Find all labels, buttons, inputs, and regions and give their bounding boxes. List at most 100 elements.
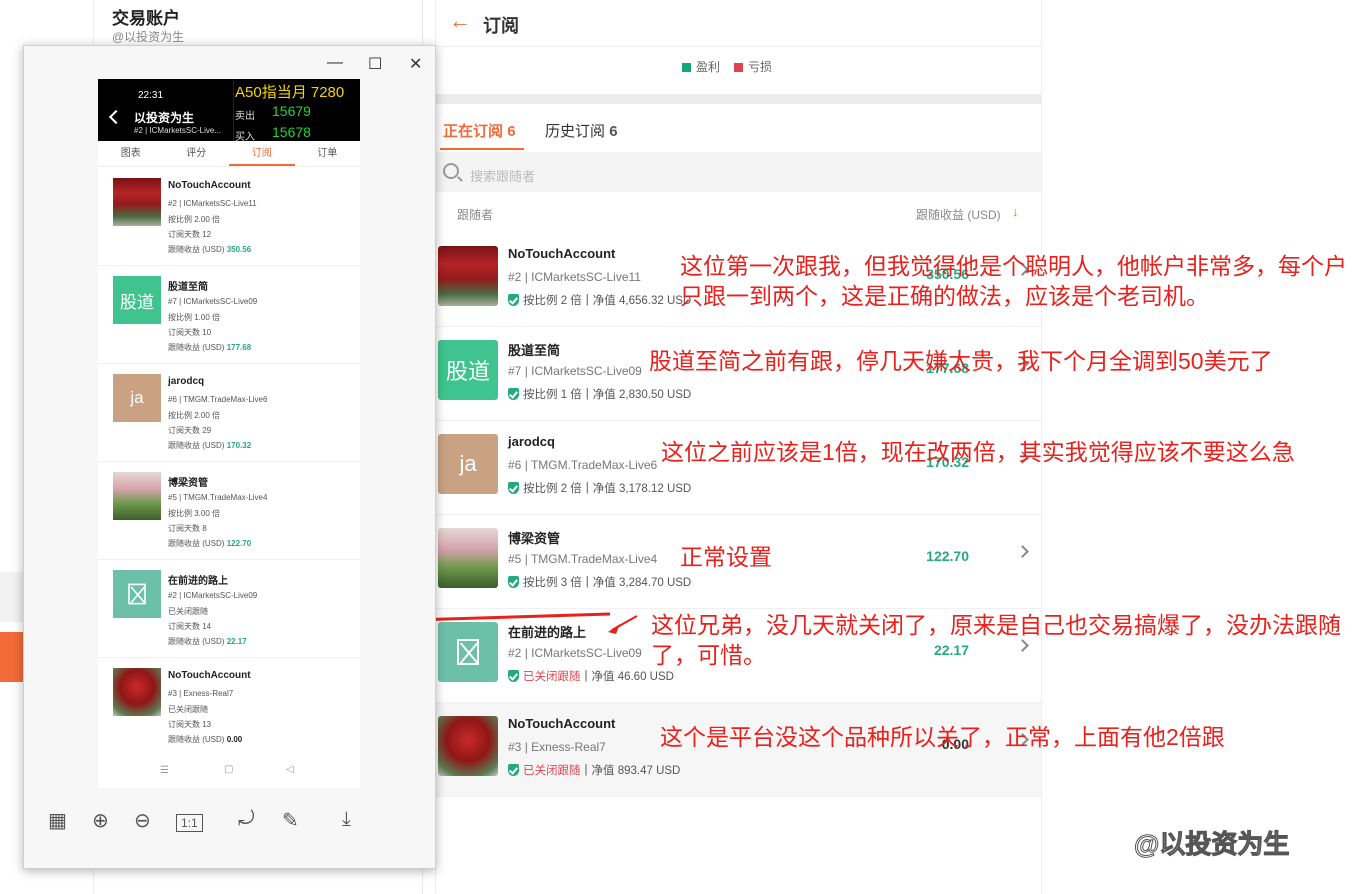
- chevron-right-icon[interactable]: [1016, 545, 1029, 558]
- menu-icon[interactable]: ☰: [160, 765, 169, 776]
- divider: [435, 46, 1042, 47]
- shield-icon: [508, 388, 519, 400]
- list-item-name: 博梁资管: [168, 478, 208, 489]
- shield-icon: [508, 294, 519, 306]
- watermark: @以投资为生: [1133, 829, 1290, 860]
- sort-arrow-icon[interactable]: ↓: [1012, 204, 1019, 219]
- phone-tab-orders[interactable]: 订单: [295, 141, 361, 166]
- annotation: 正常设置: [680, 544, 772, 570]
- list-item-ratio: 按比例 2.00 倍: [168, 411, 221, 420]
- ticker-sell-label: 卖出: [235, 111, 255, 122]
- list-item-ratio: 已关闭跟随: [168, 607, 208, 616]
- column-header-follower: 跟随者: [457, 208, 494, 222]
- follower-account: #6 | TMGM.TradeMax-Live6: [508, 458, 658, 472]
- follower-info: 按比例 3 倍 | 净值 3,284.70 USD: [508, 574, 691, 590]
- list-item-days: 订阅天数 14: [168, 622, 212, 631]
- list-item-ratio: 按比例 1.00 倍: [168, 313, 221, 322]
- follower-account: #2 | ICMarketsSC-Live11: [508, 270, 641, 284]
- tab-history-subscriptions[interactable]: 历史订阅 6: [545, 120, 618, 141]
- list-item[interactable]: 股道 股道至简 #7 | ICMarketsSC-Live09 按比例 1.00…: [98, 266, 360, 364]
- zoom-out-icon[interactable]: ⊖: [134, 808, 151, 833]
- tab-underline: [440, 148, 524, 150]
- avatar: 股道: [113, 276, 161, 324]
- column-header-profit[interactable]: 跟随收益 (USD): [916, 206, 1001, 223]
- list-item-account: #2 | ICMarketsSC-Live09: [168, 591, 258, 600]
- avatar: [113, 472, 161, 520]
- avatar: ja: [438, 434, 498, 494]
- avatar: [113, 178, 161, 226]
- page-title: 订阅: [483, 16, 519, 36]
- phone-nav-bar: ☰ ▢ ◁: [98, 760, 360, 786]
- list-item-profit: 跟随收益 (USD) 22.17: [168, 637, 247, 646]
- list-item-profit: 跟随收益 (USD) 170.32: [168, 441, 252, 450]
- zoom-in-icon[interactable]: ⊕: [92, 808, 109, 833]
- placeholder-image-icon: [128, 583, 146, 605]
- avatar: ja: [113, 374, 161, 422]
- list-item-profit: 跟随收益 (USD) 122.70: [168, 539, 252, 548]
- shield-icon: [508, 482, 519, 494]
- maximize-button[interactable]: ☐: [368, 54, 382, 74]
- list-item[interactable]: NoTouchAccount #2 | ICMarketsSC-Live11 按…: [98, 168, 360, 266]
- list-item-name: NoTouchAccount: [168, 670, 251, 681]
- avatar: [113, 668, 161, 716]
- follower-profit: 122.70: [926, 548, 969, 564]
- phone-tab-chart[interactable]: 图表: [98, 141, 164, 166]
- edit-pencil-icon[interactable]: ✎: [282, 808, 299, 833]
- home-icon[interactable]: ▢: [224, 764, 233, 775]
- back-arrow-icon[interactable]: ←: [449, 8, 471, 34]
- search-icon: [443, 163, 459, 179]
- follower-info: 已关闭跟随 | 净值 893.47 USD: [508, 762, 680, 778]
- legend-loss: 亏损: [734, 58, 772, 75]
- follower-name: 股道至简: [508, 343, 561, 358]
- actual-size-icon[interactable]: 1:1: [176, 814, 203, 832]
- annotation: 股道至简之前有跟，停几天嫌太贵，我下个月全调到50美元了: [649, 348, 1273, 374]
- list-item-days: 订阅天数 10: [168, 328, 212, 337]
- avatar: [113, 570, 161, 618]
- list-item[interactable]: ja jarodcq #6 | TMGM.TradeMax-Live6 按比例 …: [98, 364, 360, 462]
- list-item[interactable]: NoTouchAccount #3 | Exness-Real7 已关闭跟随 订…: [98, 658, 360, 756]
- sidebar-item-active[interactable]: [0, 632, 24, 682]
- list-item-name: NoTouchAccount: [168, 180, 251, 191]
- list-item-days: 订阅天数 12: [168, 230, 212, 239]
- follower-account: #5 | TMGM.TradeMax-Live4: [508, 552, 658, 566]
- list-item-name: 股道至简: [168, 282, 208, 293]
- sidebar-item[interactable]: [0, 572, 24, 622]
- list-item[interactable]: 博梁资管 #5 | TMGM.TradeMax-Live4 按比例 3.00 倍…: [98, 462, 360, 560]
- close-button[interactable]: ✕: [409, 54, 422, 74]
- list-item-account: #5 | TMGM.TradeMax-Live4: [168, 493, 268, 502]
- phone-tab-rating[interactable]: 评分: [164, 141, 230, 166]
- list-item-name: jarodcq: [168, 376, 205, 387]
- account-handle: @以投资为生: [112, 30, 185, 44]
- list-item-days: 订阅天数 13: [168, 720, 212, 729]
- grid-view-icon[interactable]: ▦: [48, 808, 67, 833]
- annotation: 这位第一次跟我，但我觉得他是个聪明人，他帐户非常多，每个户只跟一到两个，这是正确…: [680, 253, 1347, 309]
- list-item-ratio: 按比例 2.00 倍: [168, 215, 221, 224]
- legend-profit: 盈利: [682, 58, 720, 75]
- list-item-profit: 跟随收益 (USD) 177.68: [168, 343, 252, 352]
- rotate-icon[interactable]: ⤾: [238, 808, 255, 831]
- phone-title: 以投资为生: [134, 111, 195, 125]
- download-icon[interactable]: ⤓: [342, 808, 351, 831]
- follower-account: #3 | Exness-Real7: [508, 740, 606, 754]
- list-item[interactable]: 在前进的路上 #2 | ICMarketsSC-Live09 已关闭跟随 订阅天…: [98, 560, 360, 658]
- ticker-sell: 15679: [272, 103, 311, 119]
- follower-info: 已关闭跟随 | 净值 46.60 USD: [508, 668, 674, 684]
- follower-info: 按比例 1 倍 | 净值 2,830.50 USD: [508, 386, 691, 402]
- list-item-account: #2 | ICMarketsSC-Live11: [168, 199, 257, 208]
- follower-row[interactable]: ja jarodcq #6 | TMGM.TradeMax-Live6 按比例 …: [436, 421, 1041, 515]
- list-item-ratio: 按比例 3.00 倍: [168, 509, 221, 518]
- back-nav-icon[interactable]: ◁: [286, 764, 294, 775]
- avatar: [438, 528, 498, 588]
- list-item-days: 订阅天数 8: [168, 524, 207, 533]
- list-item-profit: 跟随收益 (USD) 350.56: [168, 245, 252, 254]
- minimize-button[interactable]: —: [327, 54, 343, 72]
- legend: 盈利 亏损: [682, 58, 772, 75]
- tab-active-subscriptions[interactable]: 正在订阅 6: [443, 120, 516, 141]
- ticker-name: A50指当月 7280: [235, 84, 345, 101]
- annotation: 这个是平台没这个品种所以关了，正常，上面有他2倍跟: [660, 724, 1225, 750]
- shield-icon: [508, 764, 519, 776]
- phone-tab-subscription[interactable]: 订阅: [229, 141, 295, 166]
- avatar: [438, 246, 498, 306]
- annotation: 这位之前应该是1倍，现在改两倍，其实我觉得应该不要这么急: [661, 439, 1295, 465]
- avatar: 股道: [438, 340, 498, 400]
